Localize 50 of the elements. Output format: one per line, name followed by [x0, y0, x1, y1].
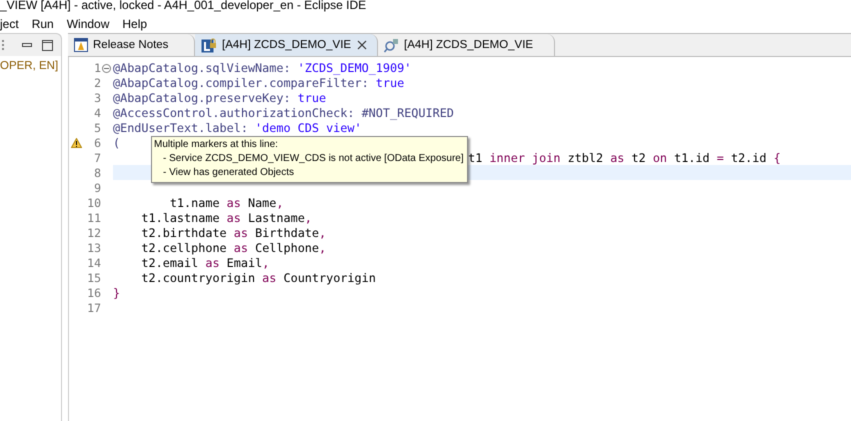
line-number: 5 [94, 120, 101, 135]
line-number: 1 [94, 60, 101, 75]
editor-tab[interactable]: [A4H] ZCDS_DEMO_VIE [195, 34, 378, 56]
code-line: ( [113, 136, 120, 150]
marker-message: - Service ZCDS_DEMO_VIEW_CDS is not active [OData Exposure] [162, 152, 464, 166]
close-icon[interactable] [357, 40, 367, 50]
line-number: 13 [87, 241, 101, 256]
code-line: t2.email as Email, [141, 256, 270, 270]
marker-message: - View has generated Objects [162, 166, 296, 180]
menu-item[interactable]: Help [122, 16, 148, 30]
line-number: 9 [94, 180, 101, 195]
line-number: 4 [94, 106, 101, 120]
code-line: t1.name as Name, [170, 196, 284, 210]
project-label: OPER, EN] [0, 60, 58, 72]
line-number: 15 [87, 271, 101, 286]
collapse-icon[interactable] [102, 64, 111, 73]
line-number: 14 [87, 256, 101, 270]
menu-item[interactable]: Run [32, 16, 54, 30]
menu-item[interactable]: Window [66, 16, 110, 30]
line-number: 6 [94, 136, 101, 150]
notes-icon [74, 38, 88, 52]
menu-item[interactable]: ject [0, 16, 19, 30]
line-number: 10 [87, 196, 101, 210]
code-line: @AbapCatalog.compiler.compareFilter: true [113, 76, 404, 90]
code-line: @AbapCatalog.sqlViewName: 'ZCDS_DEMO_1909' [113, 60, 412, 75]
line-number: 17 [87, 301, 101, 316]
maximize-icon[interactable] [42, 40, 53, 50]
code-line: t2.birthdate as Birthdate, [141, 226, 326, 240]
editor-tab[interactable]: [A4H] ZCDS_DEMO_VIE [378, 34, 555, 56]
window-title: _VIEW [A4H] - active, locked - A4H_001_developer_en - Eclipse IDE [0, 0, 366, 12]
code-line: t1.lastname as Lastname, [141, 210, 312, 225]
line-number: 12 [87, 226, 101, 240]
line-number: 16 [87, 286, 101, 300]
search-icon [384, 38, 399, 52]
code-line: t2.countryorigin as Countryorigin [141, 271, 376, 286]
code-line: t2.cellphone as Cellphone, [141, 241, 326, 256]
locked-file-icon [201, 38, 217, 52]
code-line: @AbapCatalog.preserveKey: true [113, 90, 326, 105]
code-line: t1 inner join ztbl2 as t2 on t1.id = t2.id { [468, 150, 781, 165]
code-line: } [113, 286, 120, 300]
code-line: @AccessControl.authorizationCheck: #NOT_REQUIRED [113, 106, 454, 120]
line-number: 8 [94, 166, 101, 180]
line-number: 11 [87, 210, 101, 225]
minimize-icon[interactable] [22, 43, 32, 47]
tooltip-title: Multiple markers at this line: [154, 138, 279, 152]
line-number: 3 [94, 90, 101, 105]
editor-tab[interactable]: Release Notes [68, 34, 195, 56]
line-number: 2 [94, 76, 101, 90]
code-line: @EndUserText.label: 'demo CDS view' [113, 120, 362, 135]
line-number: 7 [94, 150, 101, 165]
